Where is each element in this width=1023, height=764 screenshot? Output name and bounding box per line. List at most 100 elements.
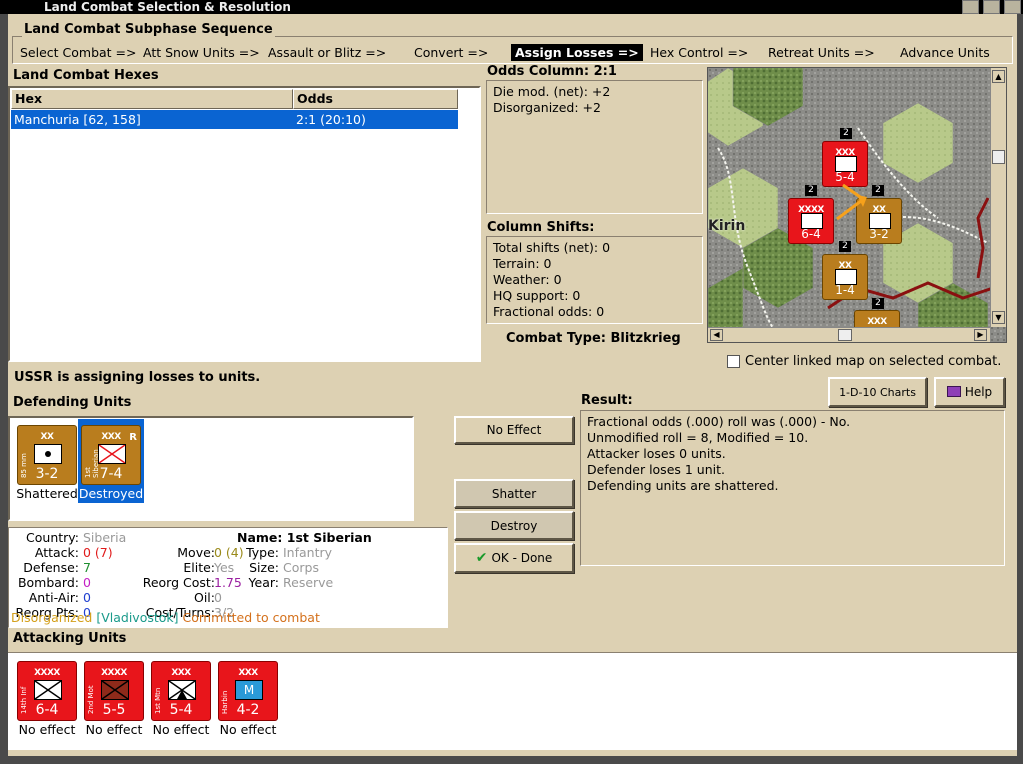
close-button[interactable]	[1004, 0, 1021, 14]
step-hex-control[interactable]: Hex Control =>	[650, 45, 748, 60]
counter-strength: 5-4	[169, 702, 193, 718]
minimize-button[interactable]	[962, 0, 979, 14]
shifts-panel: Total shifts (net): 0 Terrain: 0 Weather…	[486, 236, 703, 324]
map-vscrollbar[interactable]: ▲ ▼	[990, 68, 1006, 327]
shifts-title: Column Shifts:	[487, 220, 595, 235]
no-effect-button[interactable]: No Effect	[454, 416, 574, 444]
attacker-unit-2nd-mot[interactable]: XXXX 2nd Mot 5-5	[84, 661, 144, 721]
attacker-status: No effect	[219, 722, 277, 737]
step-assign-losses[interactable]: Assign Losses =>	[511, 44, 643, 61]
result-panel: Fractional odds (.000) roll was (.000) -…	[580, 410, 1005, 566]
hexes-table: Hex Odds Manchuria [62, 158] 2:1 (20:10)	[8, 86, 481, 362]
result-line: Defender loses 1 unit.	[587, 462, 725, 477]
reserve-tag: R	[129, 432, 137, 443]
attacker-status: No effect	[18, 722, 76, 737]
step-select-combat[interactable]: Select Combat =>	[20, 45, 137, 60]
defending-title: Defending Units	[13, 395, 132, 410]
row-odds: 2:1 (20:10)	[296, 112, 366, 127]
size-label: Size:	[249, 560, 279, 575]
shift-line: Fractional odds: 0	[493, 304, 605, 319]
counter-size: XXX	[867, 317, 887, 327]
shatter-button[interactable]: Shatter	[454, 479, 574, 508]
attacker-unit-14th-inf[interactable]: XXXX 14th Inf 6-4	[17, 661, 77, 721]
step-assault-blitz[interactable]: Assault or Blitz =>	[268, 45, 386, 60]
status-hq: [Vladivostok]	[96, 610, 179, 625]
odds-line: Die mod. (net): +2	[493, 84, 611, 99]
type-label: Type:	[246, 545, 279, 560]
map-hscrollbar[interactable]: ◀ ▶	[708, 327, 990, 342]
stack-count: 2	[805, 185, 817, 196]
counter-strength: 3-2	[869, 227, 889, 241]
elite-value: Yes	[214, 560, 235, 575]
combat-type: Combat Type: Blitzkrieg	[506, 331, 681, 346]
status-committed: Committed to combat	[182, 610, 320, 625]
scroll-down-icon[interactable]: ▼	[992, 311, 1005, 324]
help-button[interactable]: Help	[934, 377, 1005, 407]
odds-title: Odds Column: 2:1	[487, 64, 617, 79]
oil-value: 0	[214, 590, 222, 605]
center-map-checkbox[interactable]	[727, 355, 740, 368]
stack-count: 2	[872, 298, 884, 309]
checkmark-icon: ✔	[475, 550, 488, 566]
help-book-icon	[946, 386, 961, 397]
scroll-right-icon[interactable]: ▶	[974, 329, 987, 341]
charts-button[interactable]: 1-D-10 Charts	[828, 377, 927, 407]
step-att-snow[interactable]: Att Snow Units =>	[143, 45, 260, 60]
counter-strength: 4-2	[236, 702, 260, 718]
defense-label: Defense:	[23, 560, 79, 575]
counter-strength: 6-4	[35, 702, 59, 718]
shift-line: Weather: 0	[493, 272, 562, 287]
counter-strength: 5-4	[835, 170, 855, 184]
window-left-border	[0, 14, 8, 764]
step-retreat-units[interactable]: Retreat Units =>	[768, 45, 875, 60]
hscroll-thumb[interactable]	[838, 329, 852, 341]
attacker-unit-1st-mtn[interactable]: XXX 1st Mtn 5-4	[151, 661, 211, 721]
elite-label: Elite:	[183, 560, 215, 575]
destroy-button[interactable]: Destroy	[454, 511, 574, 540]
move-label: Move:	[177, 545, 215, 560]
defender-unit-1st-siberian[interactable]: XXX R 1st Siberian 7-4	[81, 425, 141, 485]
odds-panel: Die mod. (net): +2 Disorganized: +2	[486, 80, 703, 214]
col-hex[interactable]: Hex	[11, 89, 293, 109]
mini-map[interactable]: Kirin XXX 5-4 XXXX 6-4 XX 3-2 XX 1-4 XXX…	[707, 67, 1007, 343]
infantry-destroyed-icon	[98, 444, 126, 464]
step-convert[interactable]: Convert =>	[414, 45, 488, 60]
scroll-up-icon[interactable]: ▲	[992, 70, 1005, 83]
ok-done-button[interactable]: ✔ OK - Done	[454, 543, 574, 573]
info-labels: Country: Attack: Defense: Bombard: Anti-…	[9, 530, 79, 620]
scroll-left-icon[interactable]: ◀	[710, 329, 723, 341]
reorgcost-label: Reorg Cost:	[142, 575, 215, 590]
window-title: Land Combat Selection & Resolution	[0, 0, 1023, 14]
col-odds[interactable]: Odds	[293, 89, 458, 109]
year-label: Year:	[248, 575, 279, 590]
map-counter-soviet[interactable]: XXXX 6-4	[788, 198, 834, 244]
hexes-title: Land Combat Hexes	[13, 68, 159, 83]
step-advance-units[interactable]: Advance Units	[900, 45, 990, 60]
defender-status: Destroyed	[78, 486, 144, 501]
map-counter-soviet[interactable]: XXX 5-4	[822, 141, 868, 187]
shift-line: Total shifts (net): 0	[493, 240, 611, 255]
shift-line: HQ support: 0	[493, 288, 581, 303]
attacking-title: Attacking Units	[13, 631, 127, 646]
counter-strength: 6-4	[801, 227, 821, 241]
table-row[interactable]: Manchuria [62, 158] 2:1 (20:10)	[11, 110, 458, 129]
help-label: Help	[964, 385, 993, 399]
oil-label: Oil:	[194, 590, 215, 605]
result-title: Result:	[581, 393, 633, 408]
maximize-button[interactable]	[983, 0, 1000, 14]
defender-status: Shattered	[16, 486, 78, 501]
map-counter-japan[interactable]: XX 1-4	[822, 254, 868, 300]
year-value: Reserve	[283, 575, 334, 590]
window-right-border	[1017, 14, 1023, 764]
bombard-label: Bombard:	[17, 575, 79, 590]
defender-unit-85mm[interactable]: XX 85 mm 3-2	[17, 425, 77, 485]
attacker-unit-harbin[interactable]: XXX Harbin M 4-2	[218, 661, 278, 721]
attacker-status: No effect	[152, 722, 210, 737]
attack-arrow-icon	[836, 183, 867, 221]
mountain-symbol-icon	[168, 680, 196, 700]
map-place-label: Kirin	[708, 218, 746, 234]
name-value: 1st Siberian	[286, 530, 372, 545]
combat-type-label: Combat Type:	[506, 331, 606, 346]
subphase-title: Land Combat Subphase Sequence	[22, 22, 275, 37]
vscroll-thumb[interactable]	[992, 150, 1005, 164]
